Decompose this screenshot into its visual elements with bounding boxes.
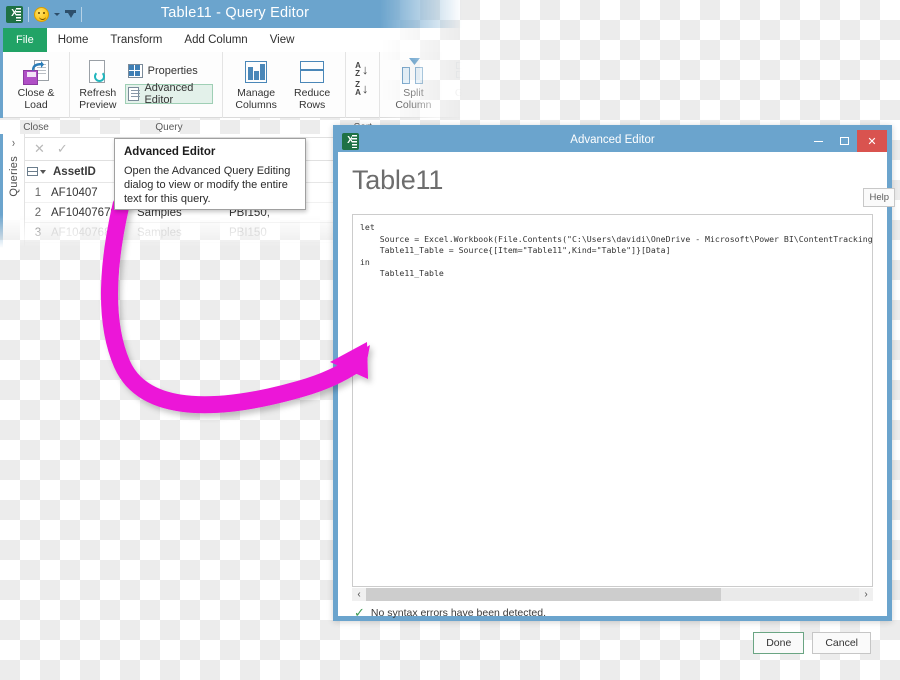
dialog-button-row: Done Cancel (753, 632, 871, 654)
advanced-editor-icon (127, 87, 140, 101)
ribbon-group-close-label: Close (23, 122, 49, 133)
advanced-editor-heading-row: Table11 Help (352, 164, 895, 207)
ribbon: Close & Load Close Refresh Preview Prope… (0, 52, 470, 133)
help-button[interactable]: Help (863, 188, 895, 207)
refresh-preview-button[interactable]: Refresh Preview (75, 55, 121, 111)
scrollbar-thumb[interactable] (366, 588, 721, 601)
refresh-preview-label: Refresh Preview (79, 87, 117, 111)
ribbon-tab-bar[interactable]: File Home Transform Add Column View (0, 28, 470, 52)
tab-file[interactable]: File (3, 28, 47, 52)
queries-pane-label: Queries (7, 156, 20, 197)
row-number: 2 (34, 206, 42, 219)
ribbon-group-close: Close & Load Close (3, 52, 70, 133)
close-and-load-label: Close & Load (17, 87, 55, 111)
manage-columns-icon (245, 58, 268, 86)
scrollbar-track[interactable] (366, 588, 859, 601)
close-button[interactable]: ✕ (857, 130, 887, 152)
reduce-rows-button[interactable]: Reduce Rows (284, 55, 340, 111)
formula-cancel-icon[interactable]: ✕ (34, 141, 45, 157)
advanced-editor-label: Advanced Editor (144, 82, 194, 106)
minimize-button[interactable] (805, 130, 831, 152)
reduce-rows-icon (300, 58, 325, 86)
scroll-left-arrow-icon[interactable]: ‹ (352, 589, 366, 600)
formula-accept-icon[interactable]: ✓ (57, 141, 68, 157)
tab-transform[interactable]: Transform (99, 28, 173, 52)
group-by-button[interactable]: Group By (441, 55, 470, 111)
split-column-icon (399, 58, 427, 86)
ribbon-group-query: Refresh Preview Properties Advanced Edit… (70, 52, 224, 133)
query-code-editor[interactable]: let Source = Excel.Workbook(File.Content… (352, 214, 873, 587)
syntax-status-text: No syntax errors have been detected. (370, 606, 547, 619)
maximize-button[interactable] (831, 130, 857, 152)
window-controls[interactable]: ✕ (805, 130, 887, 152)
cell-assetid: AF10407680 (51, 226, 117, 239)
cancel-button[interactable]: Cancel (812, 632, 871, 654)
tab-view[interactable]: View (259, 28, 306, 52)
code-horizontal-scrollbar[interactable]: ‹ › (352, 588, 873, 601)
tooltip-body: Open the Advanced Query Editing dialog t… (124, 165, 291, 205)
advanced-editor-dialog: X Advanced Editor ✕ Table11 Help let Sou… (333, 125, 895, 654)
ribbon-group-sort: AZ ↓ ZA ↓ Sort (346, 52, 381, 133)
advanced-editor-content: Table11 Help let Source = Excel.Workbook… (338, 152, 895, 654)
ribbon-group-query-label: Query (155, 122, 183, 133)
tab-home[interactable]: Home (47, 28, 100, 52)
queries-expand-chevron-icon[interactable]: › (12, 136, 15, 150)
query-name-heading: Table11 (352, 165, 444, 195)
query-editor-title: Table11 - Query Editor (160, 5, 310, 21)
tab-add-column[interactable]: Add Column (173, 28, 258, 52)
refresh-icon (85, 58, 111, 86)
check-icon: ✓ (354, 605, 365, 620)
reduce-rows-label: Reduce Rows (294, 87, 331, 111)
sort-ascending-icon[interactable]: AZ ↓ (355, 62, 368, 78)
row-number: 1 (34, 186, 42, 199)
group-by-label: Group By (454, 87, 470, 111)
save-load-icon (23, 58, 49, 86)
row-number: 3 (34, 226, 42, 239)
ribbon-group-transform: Split Column Group By (380, 52, 470, 118)
close-and-load-button[interactable]: Close & Load (8, 55, 64, 111)
advanced-editor-titlebar[interactable]: X Advanced Editor ✕ (338, 130, 887, 152)
grid-select-all-icon[interactable] (25, 167, 47, 176)
sort-descending-icon[interactable]: ZA ↓ (355, 81, 368, 97)
query-code-text[interactable]: let Source = Excel.Workbook(File.Content… (353, 215, 872, 280)
manage-columns-label: Manage Columns (235, 87, 277, 111)
scroll-right-arrow-icon[interactable]: › (859, 589, 873, 600)
split-column-button[interactable]: Split Column (385, 55, 441, 111)
properties-label: Properties (147, 65, 198, 77)
properties-icon (127, 64, 143, 78)
syntax-status-row: ✓ No syntax errors have been detected. (354, 606, 546, 619)
advanced-editor-tooltip: Advanced Editor Open the Advanced Query … (114, 138, 306, 210)
manage-columns-button[interactable]: Manage Columns (228, 55, 284, 111)
split-column-label: Split Column (395, 87, 432, 111)
cell-kind: Samples (137, 226, 182, 239)
tooltip-title: Advanced Editor (124, 146, 216, 158)
queries-pane[interactable]: › Queries (3, 134, 25, 250)
properties-button[interactable]: Properties (125, 61, 214, 81)
ribbon-group-columns-rows: Manage Columns Reduce Rows (223, 52, 347, 118)
cell-extra: PBI150 (229, 226, 267, 239)
query-editor-titlebar: X Table11 - Query Editor (0, 0, 470, 28)
done-button[interactable]: Done (753, 632, 805, 654)
advanced-editor-button[interactable]: Advanced Editor (124, 82, 214, 106)
group-by-icon (455, 58, 470, 86)
